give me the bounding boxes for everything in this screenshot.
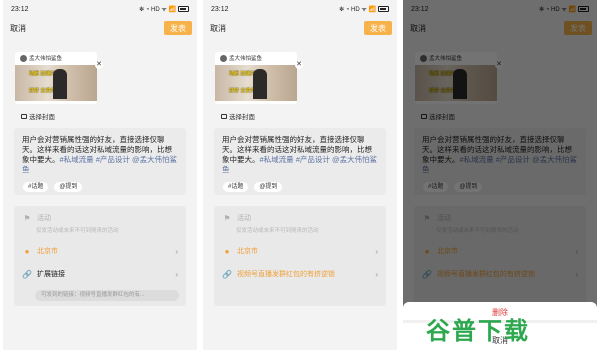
modal-overlay[interactable] xyxy=(403,0,597,350)
activity-row[interactable]: ⚑ 活动 xyxy=(14,211,186,225)
status-icons: ✻ ◔ HD ᯤ 📶 xyxy=(139,5,189,13)
cover-overlay-text-2: 好好 主讲先 xyxy=(29,88,56,94)
location-row[interactable]: ● 北京市 › xyxy=(214,244,386,258)
status-bar: 23:12 ✻ ◔ HD ᯤ 📶 xyxy=(203,0,397,18)
chevron-right-icon: › xyxy=(375,269,378,279)
person-figure xyxy=(253,69,267,99)
cancel-button[interactable]: 取消 xyxy=(210,23,226,34)
phone-screen-3: 23:12 ✻ ◔ HD ᯤ 📶 取消 发表 孟大伟怕鲨鱼 动起 加速兴 好好 … xyxy=(403,0,597,350)
location-row[interactable]: ● 北京市 › xyxy=(14,244,186,258)
location-pin-icon: ● xyxy=(24,246,30,256)
publish-button[interactable]: 发表 xyxy=(364,21,392,35)
flag-icon: ⚑ xyxy=(223,213,231,223)
flag-icon: ⚑ xyxy=(23,213,31,223)
mention-chip[interactable]: @提到 xyxy=(254,182,283,192)
status-time: 23:12 xyxy=(11,5,29,13)
link-hint: 可发到的链接：视频号直播发群红包的有... xyxy=(35,290,179,301)
activity-hint: 仅发活动或未来不可到随来的活动 xyxy=(236,228,319,234)
close-icon[interactable]: ✕ xyxy=(295,61,303,69)
activity-hint: 仅发活动或未来不可到随来的活动 xyxy=(36,228,119,234)
cover-overlay-text-1: 动起 加速兴 xyxy=(29,71,56,77)
status-icons: ✻ ◔ HD ᯤ 📶 xyxy=(339,5,389,13)
cover-image: 动起 加速兴 好好 主讲先 xyxy=(15,65,97,101)
activity-row[interactable]: ⚑ 活动 xyxy=(214,211,386,225)
options-card: ⚑ 活动 仅发活动或未来不可到随来的活动 ● 北京市 › 🔗 视频号直播发群红包… xyxy=(214,206,386,306)
cover-thumbnail[interactable]: 孟大伟怕鲨鱼 动起 加速兴 好好 主讲先 xyxy=(215,52,297,104)
phone-screen-2: 23:12 ✻ ◔ HD ᯤ 📶 取消 发表 孟大伟怕鲨鱼 动起 加速兴 好好 … xyxy=(203,0,397,350)
link-icon: 🔗 xyxy=(22,269,32,279)
choose-cover-label: 选择封面 xyxy=(229,114,255,121)
status-bar: 23:12 ✻ ◔ HD ᯤ 📶 xyxy=(3,0,197,18)
mention-chip[interactable]: @提到 xyxy=(54,182,83,192)
status-time: 23:12 xyxy=(211,5,229,13)
close-icon[interactable]: ✕ xyxy=(95,61,103,69)
cover-account: 孟大伟怕鲨鱼 xyxy=(229,56,263,62)
link-row[interactable]: 🔗 扩展链接 › xyxy=(14,267,186,281)
chip-row: #话题 @提到 xyxy=(223,182,283,192)
choose-cover-button[interactable]: 选择封面 xyxy=(21,111,55,121)
image-icon xyxy=(21,113,27,119)
cover-thumbnail[interactable]: 孟大伟怕鲨鱼 动起 加速兴 好好 主讲先 xyxy=(15,52,97,104)
watermark-logo: 谷普下载 xyxy=(426,317,530,345)
activity-label: 活动 xyxy=(237,215,251,222)
signal-icons: ✻ ◔ HD ᯤ 📶 xyxy=(139,7,176,13)
top-bar: 取消 发表 xyxy=(203,20,397,38)
chevron-right-icon: › xyxy=(375,246,378,256)
cover-image: 动起 加速兴 好好 主讲先 xyxy=(215,65,297,101)
person-figure xyxy=(53,69,67,99)
cover-overlay-text-1: 动起 加速兴 xyxy=(229,71,256,77)
cover-overlay-text-2: 好好 主讲先 xyxy=(229,88,256,94)
cancel-button[interactable]: 取消 xyxy=(10,23,26,34)
chevron-right-icon: › xyxy=(175,269,178,279)
choose-cover-button[interactable]: 选择封面 xyxy=(221,111,255,121)
signal-icons: ✻ ◔ HD ᯤ 📶 xyxy=(339,7,376,13)
activity-label: 活动 xyxy=(37,215,51,222)
choose-cover-label: 选择封面 xyxy=(29,114,55,121)
chevron-right-icon: › xyxy=(175,246,178,256)
topic-chip[interactable]: #话题 xyxy=(23,182,49,192)
image-icon xyxy=(221,113,227,119)
cover-header: 孟大伟怕鲨鱼 xyxy=(215,52,297,64)
avatar xyxy=(220,54,227,62)
link-label: 扩展链接 xyxy=(37,271,65,278)
topic-chip[interactable]: #话题 xyxy=(223,182,249,192)
top-bar: 取消 发表 xyxy=(3,20,197,38)
link-label: 视频号直播发群红包的有挤逆锁 xyxy=(237,271,335,278)
battery-icon xyxy=(378,6,389,12)
chip-row: #话题 @提到 xyxy=(23,182,83,192)
cover-header: 孟大伟怕鲨鱼 xyxy=(15,52,97,64)
location-label: 北京市 xyxy=(237,248,258,255)
publish-button[interactable]: 发表 xyxy=(164,21,192,35)
link-row[interactable]: 🔗 视频号直播发群红包的有挤逆锁 › xyxy=(214,267,386,281)
location-label: 北京市 xyxy=(37,248,58,255)
location-pin-icon: ● xyxy=(224,246,230,256)
avatar xyxy=(20,54,27,62)
cover-account: 孟大伟怕鲨鱼 xyxy=(29,56,63,62)
link-icon: 🔗 xyxy=(222,269,232,279)
battery-icon xyxy=(178,6,189,12)
phone-screen-1: 23:12 ✻ ◔ HD ᯤ 📶 取消 发表 孟大伟怕鲨鱼 动起 加速兴 好好 … xyxy=(3,0,197,350)
